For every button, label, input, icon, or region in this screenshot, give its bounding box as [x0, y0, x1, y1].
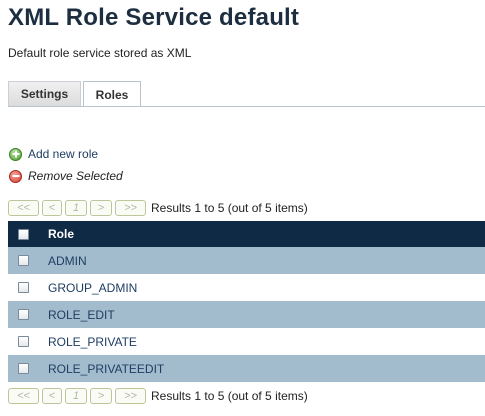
tab-settings[interactable]: Settings	[8, 81, 81, 106]
pager-prev-button[interactable]: <	[42, 200, 62, 216]
pager-prev-button[interactable]: <	[42, 388, 62, 404]
pager-next-button[interactable]: >	[90, 200, 112, 216]
remove-selected-link[interactable]: Remove Selected	[9, 168, 123, 184]
pager-top: << < 1 > >> Results 1 to 5 (out of 5 ite…	[8, 199, 308, 217]
tabs-divider	[8, 106, 485, 107]
select-all-checkbox[interactable]	[18, 228, 29, 240]
row-checkbox[interactable]	[18, 282, 29, 293]
add-new-role-link[interactable]: Add new role	[9, 146, 98, 162]
roles-table: Role ADMIN GROUP_ADMIN ROLE_EDIT ROLE_PR…	[8, 221, 485, 382]
remove-icon	[9, 169, 22, 183]
pager-page-button[interactable]: 1	[65, 200, 87, 216]
table-header: Role	[8, 221, 485, 247]
pager-bottom: << < 1 > >> Results 1 to 5 (out of 5 ite…	[8, 387, 308, 405]
remove-selected-label: Remove Selected	[28, 169, 123, 183]
table-row: ROLE_PRIVATE	[8, 328, 485, 355]
pager-results-text: Results 1 to 5 (out of 5 items)	[151, 201, 308, 215]
table-row: GROUP_ADMIN	[8, 274, 485, 301]
role-link[interactable]: ADMIN	[48, 254, 87, 268]
pager-first-button[interactable]: <<	[8, 388, 39, 404]
table-row: ADMIN	[8, 247, 485, 274]
role-link[interactable]: GROUP_ADMIN	[48, 281, 137, 295]
pager-last-button[interactable]: >>	[115, 388, 146, 404]
tab-roles[interactable]: Roles	[83, 81, 141, 107]
pager-results-text: Results 1 to 5 (out of 5 items)	[151, 389, 308, 403]
pager-first-button[interactable]: <<	[8, 200, 39, 216]
pager-page-button[interactable]: 1	[65, 388, 87, 404]
add-new-role-label: Add new role	[28, 147, 99, 161]
role-link[interactable]: ROLE_EDIT	[48, 308, 115, 322]
row-checkbox[interactable]	[18, 309, 29, 320]
row-checkbox[interactable]	[18, 336, 29, 347]
table-row: ROLE_PRIVATEEDIT	[8, 355, 485, 382]
role-link[interactable]: ROLE_PRIVATE	[48, 335, 137, 349]
page-title: XML Role Service default	[8, 4, 300, 31]
column-header-role: Role	[48, 227, 75, 241]
page-subtitle: Default role service stored as XML	[8, 46, 192, 60]
row-checkbox[interactable]	[18, 363, 29, 374]
add-icon	[9, 147, 22, 161]
table-row: ROLE_EDIT	[8, 301, 485, 328]
pager-last-button[interactable]: >>	[115, 200, 146, 216]
row-checkbox[interactable]	[18, 255, 29, 266]
pager-next-button[interactable]: >	[90, 388, 112, 404]
role-link[interactable]: ROLE_PRIVATEEDIT	[48, 362, 164, 376]
